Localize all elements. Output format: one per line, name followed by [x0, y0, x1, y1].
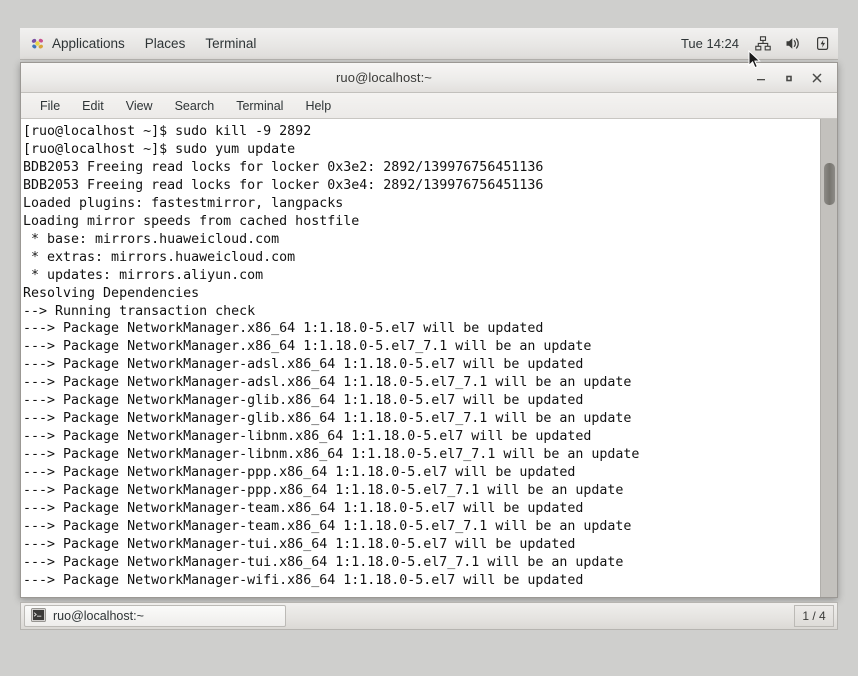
network-icon[interactable] — [748, 36, 778, 51]
menu-terminal[interactable]: Terminal — [225, 97, 294, 115]
workspace-indicator[interactable]: 1 / 4 — [794, 605, 834, 627]
close-button[interactable] — [803, 64, 831, 92]
terminal-menu[interactable]: Terminal — [195, 28, 266, 59]
maximize-button[interactable] — [775, 64, 803, 92]
menu-file[interactable]: File — [29, 97, 71, 115]
clock[interactable]: Tue 14:24 — [672, 36, 748, 51]
terminal-output-text[interactable]: [ruo@localhost ~]$ sudo kill -9 2892 [ru… — [21, 119, 820, 597]
window-title: ruo@localhost:~ — [336, 70, 432, 85]
window-titlebar[interactable]: ruo@localhost:~ — [21, 63, 837, 93]
terminal-menu-label: Terminal — [205, 36, 257, 51]
battery-icon[interactable] — [808, 36, 838, 51]
terminal-window: ruo@localhost:~ File Edit View Search Te… — [20, 62, 838, 598]
gnome-top-panel: Applications Places Terminal Tue 14:24 — [20, 28, 838, 60]
minimize-button[interactable] — [747, 64, 775, 92]
places-menu-label: Places — [144, 36, 186, 51]
applications-menu[interactable]: Applications — [20, 28, 135, 59]
applications-menu-label: Applications — [52, 36, 125, 51]
menu-edit[interactable]: Edit — [71, 97, 115, 115]
volume-icon[interactable] — [778, 36, 808, 51]
menu-view[interactable]: View — [115, 97, 164, 115]
applications-starburst-icon — [30, 36, 45, 51]
terminal-content-area[interactable]: [ruo@localhost ~]$ sudo kill -9 2892 [ru… — [21, 119, 837, 597]
taskbar-window-label: ruo@localhost:~ — [53, 609, 144, 623]
terminal-icon — [31, 607, 46, 625]
taskbar-window-button[interactable]: ruo@localhost:~ — [24, 605, 286, 627]
gnome-bottom-taskbar: ruo@localhost:~ 1 / 4 — [20, 602, 838, 630]
places-menu[interactable]: Places — [135, 28, 196, 59]
menu-help[interactable]: Help — [294, 97, 342, 115]
terminal-scrollbar[interactable] — [820, 119, 837, 597]
menu-search[interactable]: Search — [164, 97, 226, 115]
scrollbar-thumb[interactable] — [824, 163, 835, 205]
terminal-menubar: File Edit View Search Terminal Help — [21, 93, 837, 119]
